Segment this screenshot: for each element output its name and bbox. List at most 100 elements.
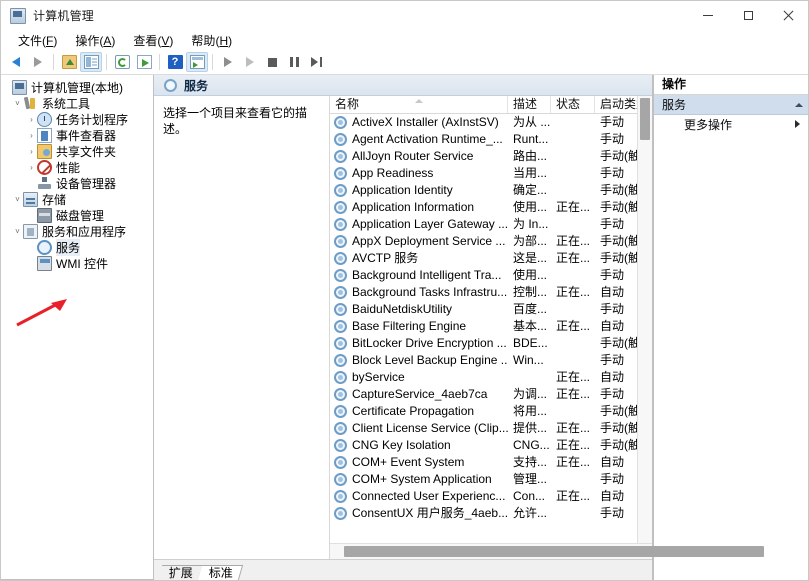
table-row[interactable]: Application Information使用...正在...手动(触发..… [330, 199, 637, 216]
tree-expander[interactable] [1, 79, 12, 95]
tree-item-performance[interactable]: › 性能 [1, 159, 153, 175]
refresh-button[interactable] [111, 52, 133, 72]
tree-item-task-scheduler[interactable]: › 任务计划程序 [1, 111, 153, 127]
up-one-level-button[interactable] [58, 52, 80, 72]
vertical-scrollbar-thumb[interactable] [640, 98, 650, 140]
tree-item-computer-management[interactable]: 计算机管理(本地) [1, 79, 153, 95]
show-hide-action-pane-button[interactable] [186, 52, 208, 72]
table-row[interactable]: Background Intelligent Tra...使用...手动本 [330, 267, 637, 284]
cell-description: 当用... [508, 165, 551, 182]
caret-up-icon[interactable] [795, 103, 803, 107]
stop-service-button[interactable] [261, 52, 283, 72]
table-row[interactable]: Agent Activation Runtime_...Runt...手动本 [330, 131, 637, 148]
tree-expander[interactable]: ˅ [12, 223, 23, 239]
table-row[interactable]: ActiveX Installer (AxInstSV)为从 ...手动本 [330, 114, 637, 131]
pause-service-button[interactable] [283, 52, 305, 72]
column-header-status[interactable]: 状态 [551, 96, 595, 113]
menu-help[interactable]: 帮助(H) [182, 30, 241, 51]
actions-group-services[interactable]: 服务 [654, 95, 808, 115]
show-hide-console-tree-button[interactable] [80, 52, 102, 72]
cell-name: ConsentUX 用户服务_4aeb... [330, 505, 508, 522]
table-row[interactable]: COM+ Event System支持...正在...自动本 [330, 454, 637, 471]
export-list-button[interactable] [133, 52, 155, 72]
resume-service-button[interactable] [239, 52, 261, 72]
horizontal-scrollbar[interactable] [330, 543, 652, 559]
tree-item-device-manager[interactable]: 设备管理器 [1, 175, 153, 191]
title-bar: 计算机管理 [1, 1, 808, 30]
menu-file-accel: F [46, 34, 53, 48]
table-row[interactable]: Block Level Backup Engine ...Win...手动本 [330, 352, 637, 369]
content-header-title: 服务 [184, 77, 208, 94]
table-row[interactable]: COM+ System Application管理...手动本 [330, 471, 637, 488]
tree-expander[interactable]: › [26, 143, 37, 159]
tree-expander[interactable]: › [26, 159, 37, 175]
pause-service-icon [290, 57, 299, 67]
minimize-button[interactable] [688, 1, 728, 30]
tree-item-shared-folders[interactable]: › 共享文件夹 [1, 143, 153, 159]
column-header-name[interactable]: 名称 [330, 96, 508, 113]
tree-item-event-viewer[interactable]: › 事件查看器 [1, 127, 153, 143]
table-row[interactable]: byService正在...自动本 [330, 369, 637, 386]
close-button[interactable] [768, 1, 808, 30]
table-row[interactable]: AVCTP 服务这是...正在...手动(触发...本 [330, 250, 637, 267]
computer-management-window: 计算机管理 文件(F) 操作(A) 查看(V) 帮助(H) ? [0, 0, 809, 581]
action-more-actions[interactable]: 更多操作 [654, 115, 808, 133]
service-name-label: COM+ Event System [352, 454, 464, 471]
computer-management-icon [10, 8, 26, 24]
table-row[interactable]: BitLocker Drive Encryption ...BDE...手动(触… [330, 335, 637, 352]
cell-status [551, 403, 595, 420]
table-row[interactable]: CNG Key IsolationCNG...正在...手动(触发...本 [330, 437, 637, 454]
services-and-applications-icon [23, 224, 38, 239]
table-row[interactable]: BaiduNetdiskUtility百度...手动本 [330, 301, 637, 318]
vertical-scrollbar[interactable] [637, 96, 652, 543]
service-icon [334, 320, 347, 333]
horizontal-scrollbar-thumb[interactable] [344, 546, 764, 557]
table-row[interactable]: ConsentUX 用户服务_4aeb...允许...手动本 [330, 505, 637, 522]
cell-status: 正在... [551, 420, 595, 437]
cell-startup-type: 手动(触发... [595, 250, 637, 267]
tree-expander[interactable]: ˅ [12, 191, 23, 207]
cell-name: Block Level Backup Engine ... [330, 352, 508, 369]
table-row[interactable]: CaptureService_4aeb7ca为调...正在...手动本 [330, 386, 637, 403]
table-row[interactable]: Application Identity确定...手动(触发...本 [330, 182, 637, 199]
tab-standard[interactable]: 标准 [198, 565, 243, 580]
help-button[interactable]: ? [164, 52, 186, 72]
table-row[interactable]: Certificate Propagation将用...手动(触发...本 [330, 403, 637, 420]
tree-item-services-and-applications[interactable]: ˅ 服务和应用程序 [1, 223, 153, 239]
table-row[interactable]: AppX Deployment Service ...为部...正在...手动(… [330, 233, 637, 250]
menu-action[interactable]: 操作(A) [66, 30, 124, 51]
tree-item-services[interactable]: 服务 [1, 239, 153, 255]
menu-view[interactable]: 查看(V) [124, 30, 182, 51]
menu-file[interactable]: 文件(F) [9, 30, 66, 51]
tree-item-disk-management[interactable]: 磁盘管理 [1, 207, 153, 223]
table-row[interactable]: Base Filtering Engine基本...正在...自动本 [330, 318, 637, 335]
tree-item-storage[interactable]: ˅ 存储 [1, 191, 153, 207]
column-header-startup-type[interactable]: 启动类型 [595, 96, 637, 113]
service-name-label: AllJoyn Router Service [352, 148, 473, 165]
back-button[interactable] [5, 52, 27, 72]
table-row[interactable]: App Readiness当用...手动本 [330, 165, 637, 182]
table-row[interactable]: AllJoyn Router Service路由...手动(触发...本 [330, 148, 637, 165]
column-header-description[interactable]: 描述 [508, 96, 551, 113]
menu-view-label: 查看 [133, 34, 157, 48]
table-row[interactable]: Connected User Experienc...Con...正在...自动… [330, 488, 637, 505]
cell-name: Agent Activation Runtime_... [330, 131, 508, 148]
tree-expander[interactable]: › [26, 127, 37, 143]
forward-button[interactable] [27, 52, 49, 72]
tab-extended[interactable]: 扩展 [158, 565, 203, 580]
column-headers: 名称 描述 状态 启动类型 登 [330, 96, 637, 114]
tree-expander[interactable]: ˅ [12, 95, 23, 111]
service-name-label: BitLocker Drive Encryption ... [352, 335, 507, 352]
cell-description: 使用... [508, 267, 551, 284]
cell-description: 为从 ... [508, 114, 551, 131]
restart-service-button[interactable] [305, 52, 327, 72]
maximize-button[interactable] [728, 1, 768, 30]
services-list-pane: 名称 描述 状态 启动类型 登 ActiveX Installer (AxIns… [330, 96, 652, 559]
table-row[interactable]: Application Layer Gateway ...为 In...手动本 [330, 216, 637, 233]
tree-expander[interactable]: › [26, 111, 37, 127]
tree-item-wmi-control[interactable]: WMI 控件 [1, 255, 153, 271]
tree-item-system-tools[interactable]: ˅ 系统工具 [1, 95, 153, 111]
table-row[interactable]: Background Tasks Infrastru...控制...正在...自… [330, 284, 637, 301]
start-service-button[interactable] [217, 52, 239, 72]
table-row[interactable]: Client License Service (Clip...提供...正在..… [330, 420, 637, 437]
